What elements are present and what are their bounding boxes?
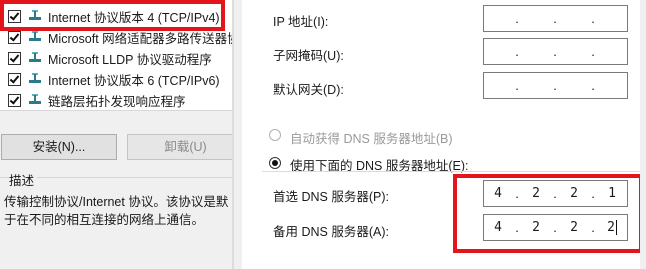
checkbox-lldp[interactable]: [8, 51, 21, 65]
subnet-mask-label: 子网掩码(U):: [273, 49, 344, 63]
default-gateway-input[interactable]: . . .: [483, 72, 628, 99]
ipv4-properties-content: IP 地址(I): . . . 子网掩码(U): . . . 默认网关(D): …: [242, 0, 646, 269]
auto-dns-label: 自动获得 DNS 服务器地址(B): [290, 132, 453, 146]
octet-separator: .: [553, 78, 557, 93]
alternate-dns-label: 备用 DNS 服务器(A):: [273, 225, 389, 239]
checkbox-lltd[interactable]: [8, 93, 21, 107]
description-line: 传输控制协议/Internet 协议。该协议是默: [4, 195, 229, 209]
list-item-label: 链路层拓扑发现响应程序: [48, 94, 186, 109]
network-protocol-icon: [28, 73, 42, 85]
description-line: 于在不同的相互连接的网络上通信。: [4, 213, 205, 227]
subnet-mask-input[interactable]: . . .: [483, 38, 628, 65]
manual-dns-radio[interactable]: [269, 157, 281, 169]
ip-address-input[interactable]: . . .: [483, 5, 628, 32]
adapter-properties-panel: Internet 协议版本 4 (TCP/IPv4) Microsoft 网络适…: [0, 0, 244, 269]
window-edge: [640, 0, 646, 269]
default-gateway-label: 默认网关(D):: [273, 83, 344, 97]
octet-separator: .: [515, 11, 519, 26]
list-item-lltd[interactable]: 链路层拓扑发现响应程序: [0, 90, 232, 110]
octet-separator: .: [553, 44, 557, 59]
install-button[interactable]: 安装(N)...: [1, 134, 117, 160]
octet-separator: .: [591, 78, 595, 93]
octet-separator: .: [553, 11, 557, 26]
list-item-lldp[interactable]: Microsoft LLDP 协议驱动程序: [0, 48, 232, 68]
auto-dns-radio[interactable]: [269, 129, 281, 141]
octet-separator: .: [591, 11, 595, 26]
highlight-box-ipv4: [0, 0, 225, 31]
ip-address-label: IP 地址(I):: [273, 15, 329, 29]
highlight-box-dns: [453, 174, 643, 253]
description-title: 描述: [9, 170, 38, 189]
octet-separator: .: [591, 44, 595, 59]
octet-separator: .: [515, 44, 519, 59]
list-item-label: Microsoft LLDP 协议驱动程序: [48, 52, 212, 67]
checkbox-ipv6[interactable]: [8, 72, 21, 86]
checkbox-multiplexor[interactable]: [8, 30, 21, 44]
network-protocol-icon: [28, 94, 42, 106]
network-protocol-icon: [28, 52, 42, 64]
ipv4-properties-panel: IP 地址(I): . . . 子网掩码(U): . . . 默认网关(D): …: [234, 0, 646, 269]
network-protocol-icon: [28, 31, 42, 43]
dns-group-border: [262, 171, 642, 172]
list-item-ipv6[interactable]: Internet 协议版本 6 (TCP/IPv6): [0, 69, 232, 89]
list-item-label: Internet 协议版本 6 (TCP/IPv6): [48, 73, 220, 88]
preferred-dns-label: 首选 DNS 服务器(P):: [273, 190, 389, 204]
uninstall-button[interactable]: 卸载(U): [127, 134, 244, 160]
description-text: 传输控制协议/Internet 协议。该协议是默 于在不同的相互连接的网络上通信…: [4, 193, 232, 229]
octet-separator: .: [515, 78, 519, 93]
